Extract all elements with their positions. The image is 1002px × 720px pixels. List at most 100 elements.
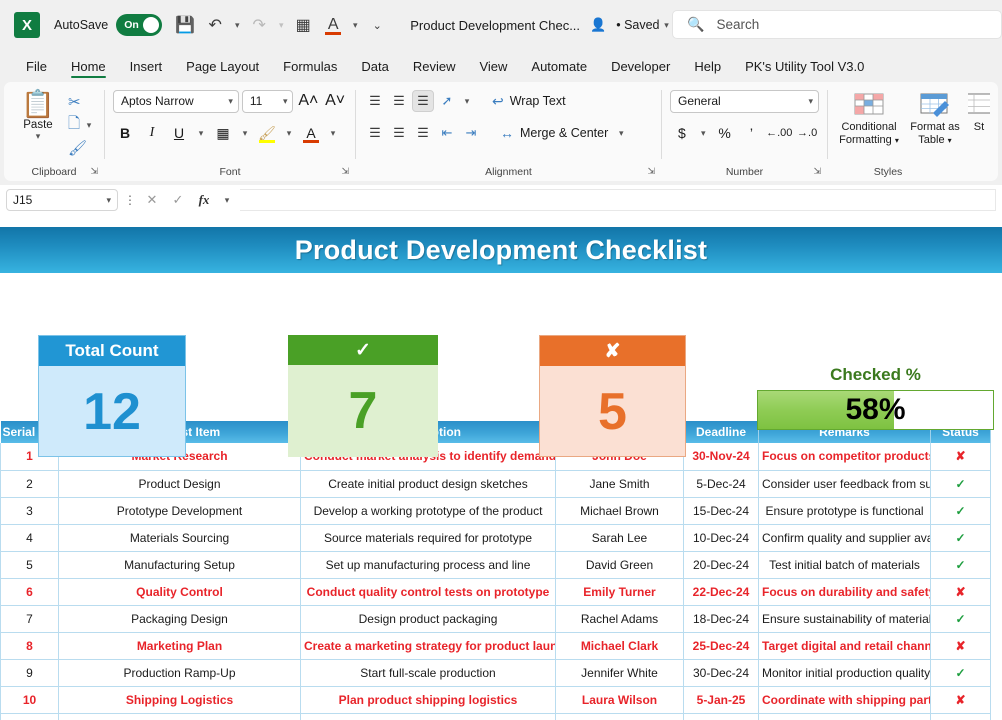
clipboard-dialog-launcher-icon[interactable]: ⇲ [90, 166, 98, 177]
deadline-cell[interactable]: 10-Dec-24 [683, 524, 759, 552]
serial-no-cell[interactable]: 10 [0, 686, 59, 714]
decrease-font-size-button[interactable]: A˅ [323, 90, 347, 113]
decrease-indent-button[interactable]: ⇤ [436, 122, 458, 144]
tab-formulas[interactable]: Formulas [271, 56, 349, 80]
serial-no-cell[interactable]: 3 [0, 497, 59, 525]
tab-home[interactable]: Home [59, 56, 118, 80]
checklist-item-cell[interactable]: Shipping Logistics [58, 686, 301, 714]
bold-button[interactable]: B [113, 122, 137, 145]
increase-decimal-button[interactable]: ←.00 [766, 122, 792, 145]
formula-bar-chevron-down-icon[interactable]: ▾ [221, 195, 233, 206]
increase-font-size-button[interactable]: A˄ [296, 90, 320, 113]
table-borders-icon[interactable]: ▦ [290, 12, 316, 38]
font-size-select[interactable]: 11 ▾ [241, 89, 294, 113]
align-right-button[interactable]: ☰ [412, 122, 434, 144]
description-cell[interactable]: Set up manufacturing process and line [300, 551, 556, 579]
serial-no-cell[interactable]: 11 [0, 713, 59, 720]
description-cell[interactable]: Conduct quality control tests on prototy… [300, 578, 556, 606]
insert-function-icon[interactable]: fx [194, 192, 214, 208]
wrap-text-button[interactable]: ↩ Wrap Text [488, 93, 570, 110]
tab-help[interactable]: Help [682, 56, 733, 80]
status-cell[interactable]: ✓ [930, 524, 991, 552]
font-color-chevron-down-icon[interactable]: ▾ [349, 20, 361, 31]
share-person-icon[interactable]: 👤 [590, 17, 606, 33]
font-dialog-launcher-icon[interactable]: ⇲ [341, 166, 349, 177]
remarks-cell[interactable]: Ensure sustainability of materials [758, 605, 931, 633]
copy-chevron-down-icon[interactable]: ▾ [83, 120, 95, 131]
name-box-chevron-down-icon[interactable]: ▾ [106, 195, 111, 206]
responsible-person-cell[interactable]: Jane Smith [555, 470, 684, 498]
remarks-cell[interactable]: Focus on competitor products [758, 443, 931, 471]
save-icon[interactable]: 💾 [172, 12, 198, 38]
checklist-item-cell[interactable]: Product Design [58, 470, 301, 498]
orientation-icon[interactable]: ➚ [436, 90, 458, 112]
font-color-icon[interactable]: A [320, 12, 346, 38]
table-row[interactable]: 3 Prototype Development Develop a working … [0, 497, 991, 525]
checklist-item-cell[interactable]: Quality Control [58, 578, 301, 606]
checklist-item-cell[interactable]: Launch Event [58, 713, 301, 720]
table-row[interactable]: 9 Production Ramp-Up Start full-scale prod… [0, 659, 991, 687]
align-left-button[interactable]: ☰ [364, 122, 386, 144]
table-row[interactable]: 5 Manufacturing Setup Set up manufacturing… [0, 551, 991, 579]
font-color-button[interactable]: A [299, 122, 323, 145]
remarks-cell[interactable]: Target digital and retail channels [758, 632, 931, 660]
fill-color-button[interactable]: 🖌 [255, 122, 279, 145]
underline-button[interactable]: U [167, 122, 191, 145]
description-cell[interactable]: Create a marketing strategy for product … [300, 632, 556, 660]
serial-no-cell[interactable]: 7 [0, 605, 59, 633]
responsible-person-cell[interactable]: David Green [555, 551, 684, 579]
table-row[interactable]: 11Launch EventOrganize product launch ev… [0, 713, 991, 720]
remarks-cell[interactable]: Coordinate with shipping partners [758, 686, 931, 714]
table-row[interactable]: 7 Packaging Design Design product packagin… [0, 605, 991, 633]
status-cell[interactable]: ✓ [930, 497, 991, 525]
tab-file[interactable]: File [14, 56, 59, 80]
paste-button[interactable]: 📋 Paste ▾ [12, 88, 64, 158]
responsible-person-cell[interactable]: Sam Harris [555, 713, 684, 720]
responsible-person-cell[interactable]: Rachel Adams [555, 605, 684, 633]
fill-color-chevron-down-icon[interactable]: ▾ [283, 128, 295, 139]
deadline-cell[interactable]: 20-Dec-24 [683, 551, 759, 579]
table-row[interactable]: 4 Materials Sourcing Source materials requ… [0, 524, 991, 552]
borders-chevron-down-icon[interactable]: ▾ [239, 128, 251, 139]
cancel-entry-icon[interactable]: ✕ [142, 192, 162, 208]
status-cell[interactable]: ✘ [930, 686, 991, 714]
font-name-chevron-down-icon[interactable]: ▾ [228, 96, 233, 107]
deadline-cell[interactable]: 10-Jan-25 [683, 713, 759, 720]
currency-chevron-down-icon[interactable]: ▾ [698, 128, 709, 139]
merge-center-chevron-down-icon[interactable]: ▾ [615, 128, 627, 139]
remarks-cell[interactable]: Monitor initial production quality [758, 659, 931, 687]
percent-style-button[interactable]: % [713, 122, 737, 145]
status-cell[interactable]: ✘ [930, 632, 991, 660]
paste-chevron-down-icon[interactable]: ▾ [36, 131, 41, 142]
serial-no-cell[interactable]: 5 [0, 551, 59, 579]
remarks-cell[interactable]: Test initial batch of materials [758, 551, 931, 579]
description-cell[interactable]: Organize product launch event [300, 713, 556, 720]
status-cell[interactable]: ✘ [930, 578, 991, 606]
table-row[interactable]: 2 Product Design Create initial product de… [0, 470, 991, 498]
serial-no-cell[interactable]: 4 [0, 524, 59, 552]
decrease-decimal-button[interactable]: →.0 [795, 122, 819, 145]
alignment-dialog-launcher-icon[interactable]: ⇲ [647, 166, 655, 177]
deadline-cell[interactable]: 22-Dec-24 [683, 578, 759, 606]
customize-toolbar-icon[interactable]: ⌄ [364, 12, 390, 38]
col-deadline[interactable]: Deadline [683, 421, 759, 443]
tab-view[interactable]: View [467, 56, 519, 80]
tab-automate[interactable]: Automate [519, 56, 599, 80]
orientation-chevron-down-icon[interactable]: ▾ [461, 96, 473, 107]
status-cell[interactable]: ✓ [930, 659, 991, 687]
formula-bar-options-icon[interactable]: ⋮ [124, 193, 136, 207]
cut-button[interactable]: ✂ [68, 92, 96, 112]
underline-chevron-down-icon[interactable]: ▾ [195, 128, 207, 139]
align-middle-button[interactable]: ☰ [388, 90, 410, 112]
remarks-cell[interactable]: Confirm quality and supplier availabilit… [758, 524, 931, 552]
serial-no-cell[interactable]: 8 [0, 632, 59, 660]
deadline-cell[interactable]: 18-Dec-24 [683, 605, 759, 633]
tab-page-layout[interactable]: Page Layout [174, 56, 271, 80]
description-cell[interactable]: Source materials required for prototype [300, 524, 556, 552]
responsible-person-cell[interactable]: Laura Wilson [555, 686, 684, 714]
deadline-cell[interactable]: 25-Dec-24 [683, 632, 759, 660]
checklist-item-cell[interactable]: Packaging Design [58, 605, 301, 633]
checklist-item-cell[interactable]: Manufacturing Setup [58, 551, 301, 579]
status-cell[interactable]: ✘ [930, 443, 991, 471]
align-center-button[interactable]: ☰ [388, 122, 410, 144]
